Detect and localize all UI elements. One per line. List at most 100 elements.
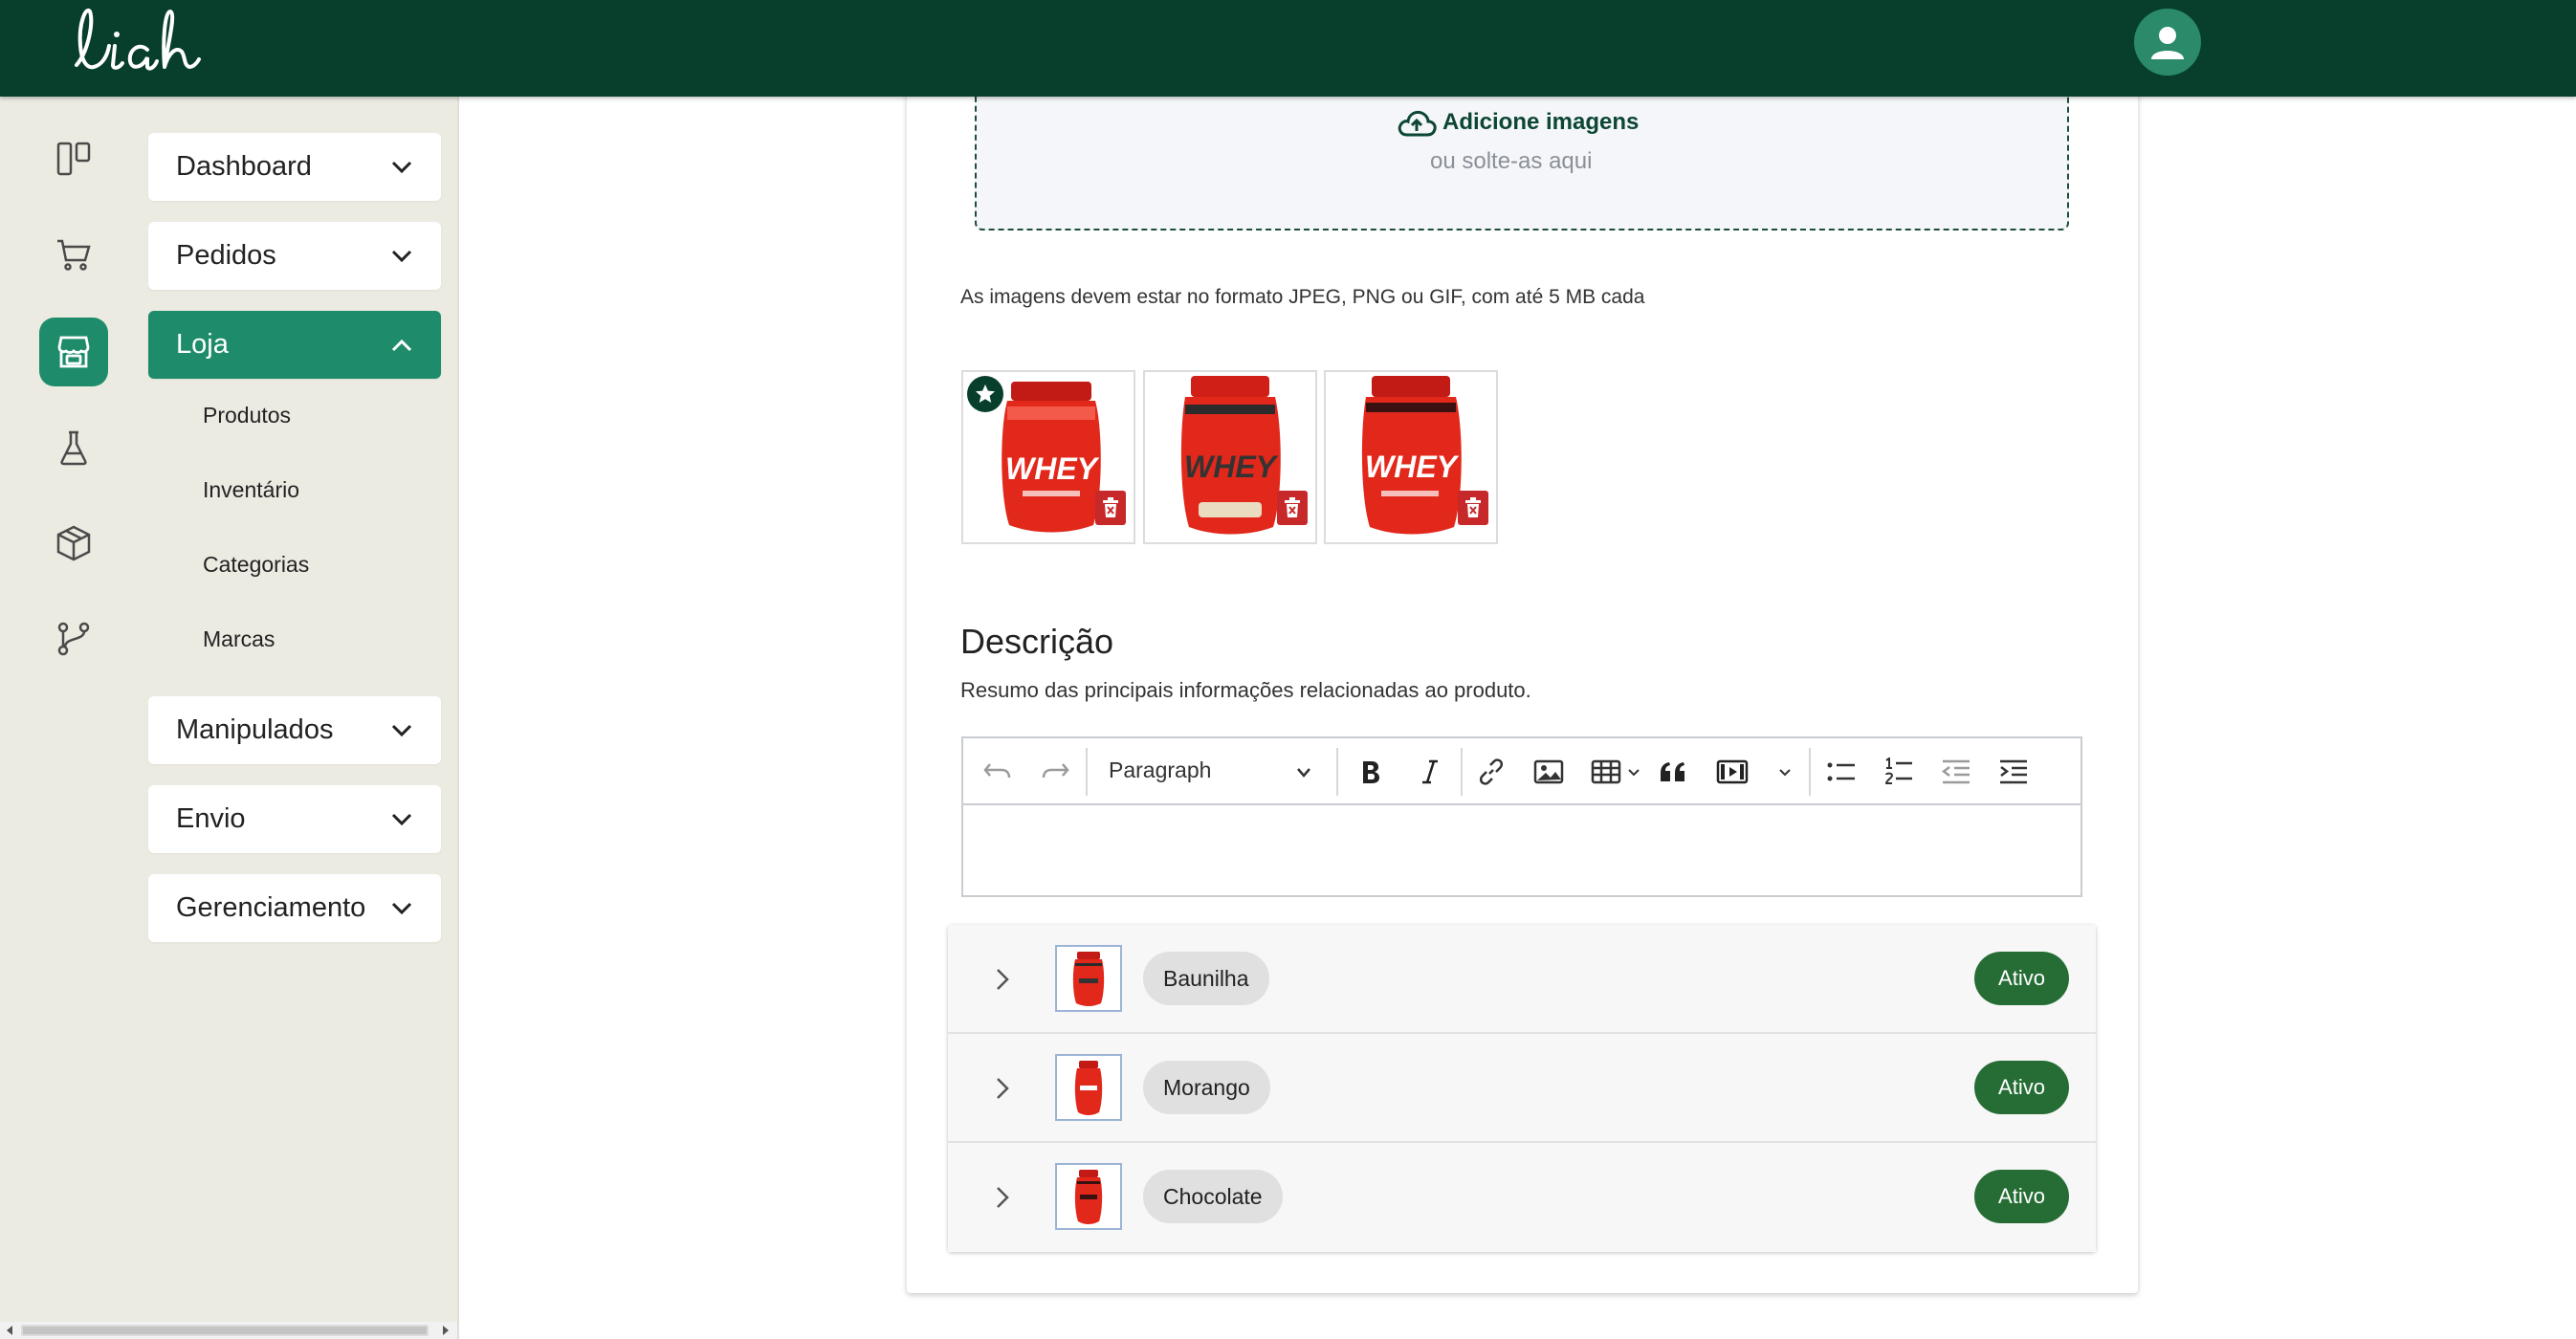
rich-text-editor: Paragraph [961,736,2082,897]
flask-icon [60,430,87,466]
variant-name-chip: Baunilha [1143,952,1269,1005]
bulleted-list-icon [1827,762,1855,781]
toolbar-separator [1461,748,1463,796]
variant-thumbnail [1055,945,1122,1012]
product-image-thumb[interactable]: WHEY [1324,370,1498,544]
expand-button[interactable] [995,1179,1018,1216]
outdent-icon [1941,759,1970,784]
menu-pedidos[interactable]: Pedidos [148,222,441,290]
image-button[interactable] [1530,756,1568,788]
trash-icon [1465,497,1481,517]
rail-shipping[interactable] [39,509,108,578]
scroll-right-icon[interactable] [442,1326,450,1335]
chevron-down-icon[interactable] [1296,767,1311,779]
chevron-right-icon [997,969,1009,990]
chevron-down-icon [391,902,412,914]
numbered-list-button[interactable] [1880,756,1918,788]
indent-button[interactable] [1994,756,2033,788]
menu-label: Gerenciamento [176,892,366,923]
menu-dashboard[interactable]: Dashboard [148,133,441,201]
chevron-down-icon [391,813,412,825]
svg-text:WHEY: WHEY [1005,451,1100,486]
redo-button[interactable] [1036,756,1074,788]
scroll-left-icon[interactable] [6,1326,13,1335]
quote-icon [1661,762,1684,781]
featured-star-icon[interactable] [967,376,1003,412]
svg-text:WHEY: WHEY [1184,450,1279,484]
chevron-up-icon [391,339,412,351]
status-badge: Ativo [1974,952,2069,1005]
chevron-down-icon [391,724,412,736]
rail-orders[interactable] [39,220,108,289]
editor-content[interactable] [963,807,2081,897]
menu-envio[interactable]: Envio [148,785,441,853]
list-item[interactable]: Baunilha Ativo [948,925,2096,1034]
delete-image-button[interactable] [1277,491,1308,525]
toolbar-separator [1809,748,1811,796]
rail-store[interactable] [39,318,108,386]
list-item[interactable]: Chocolate Ativo [948,1143,2096,1252]
indent-icon [2000,759,2027,784]
sidebar-scrollbar[interactable] [0,1322,457,1339]
menu-label: Envio [176,803,246,834]
menu-manipulados[interactable]: Manipulados [148,696,441,764]
link-icon [1479,758,1504,785]
chevron-right-icon [997,1187,1009,1208]
italic-button[interactable] [1411,756,1449,788]
variant-name-chip: Chocolate [1143,1170,1283,1223]
block-format-select[interactable]: Paragraph [1109,757,1211,783]
submenu-categorias[interactable]: Categorias [203,552,309,578]
rail-dashboard[interactable] [39,124,108,193]
product-image-thumb[interactable]: WHEY [1143,370,1317,544]
chevron-down-icon[interactable] [1627,768,1640,778]
menu-gerenciamento[interactable]: Gerenciamento [148,874,441,942]
italic-icon [1422,759,1438,784]
blockquote-button[interactable] [1654,756,1692,788]
user-avatar[interactable] [2134,9,2201,76]
outdent-button[interactable] [1937,756,1975,788]
branch-icon [57,622,90,656]
submenu-produtos[interactable]: Produtos [203,403,291,428]
image-format-hint: As imagens devem estar no formato JPEG, … [960,286,1645,308]
toolbar-separator [1086,748,1088,796]
media-button[interactable] [1713,756,1751,788]
trash-icon [1103,497,1118,517]
delete-image-button[interactable] [1095,491,1126,525]
user-icon [2151,27,2184,59]
variants-list: Baunilha Ativo Morango Ativo Chocolate A… [948,925,2096,1252]
menu-label: Dashboard [176,151,312,182]
description-subtitle: Resumo das principais informações relaci… [960,678,1531,702]
menu-loja[interactable]: Loja [148,311,441,379]
cloud-upload-icon [1398,110,1437,137]
expand-button[interactable] [995,1070,1018,1107]
dropzone-title[interactable]: Adicione imagens [1442,109,1639,136]
cart-icon [57,239,91,271]
chevron-right-icon [997,1078,1009,1099]
rail-manipulados[interactable] [39,413,108,482]
menu-label: Pedidos [176,240,276,271]
undo-icon [983,763,1011,779]
delete-image-button[interactable] [1458,491,1488,525]
redo-icon [1042,763,1069,779]
bulleted-list-button[interactable] [1822,756,1860,788]
media-embed-icon [1716,759,1749,784]
variant-thumbnail [1055,1054,1122,1121]
image-icon [1533,759,1564,784]
table-button[interactable] [1587,756,1625,788]
liah-logo[interactable] [69,4,203,77]
expand-button[interactable] [995,961,1018,998]
link-button[interactable] [1472,756,1510,788]
product-image-thumb[interactable]: WHEY [961,370,1135,544]
store-icon [57,336,90,368]
rail-management[interactable] [39,604,108,673]
svg-text:WHEY: WHEY [1365,450,1460,484]
submenu-inventario[interactable]: Inventário [203,477,299,503]
scrollbar-thumb[interactable] [21,1325,429,1336]
list-item[interactable]: Morango Ativo [948,1034,2096,1143]
chevron-down-icon[interactable] [1778,768,1792,778]
description-title: Descrição [960,622,1114,661]
bold-button[interactable] [1352,756,1390,788]
dashboard-icon [56,142,91,176]
undo-button[interactable] [979,756,1017,788]
submenu-marcas[interactable]: Marcas [203,626,275,652]
